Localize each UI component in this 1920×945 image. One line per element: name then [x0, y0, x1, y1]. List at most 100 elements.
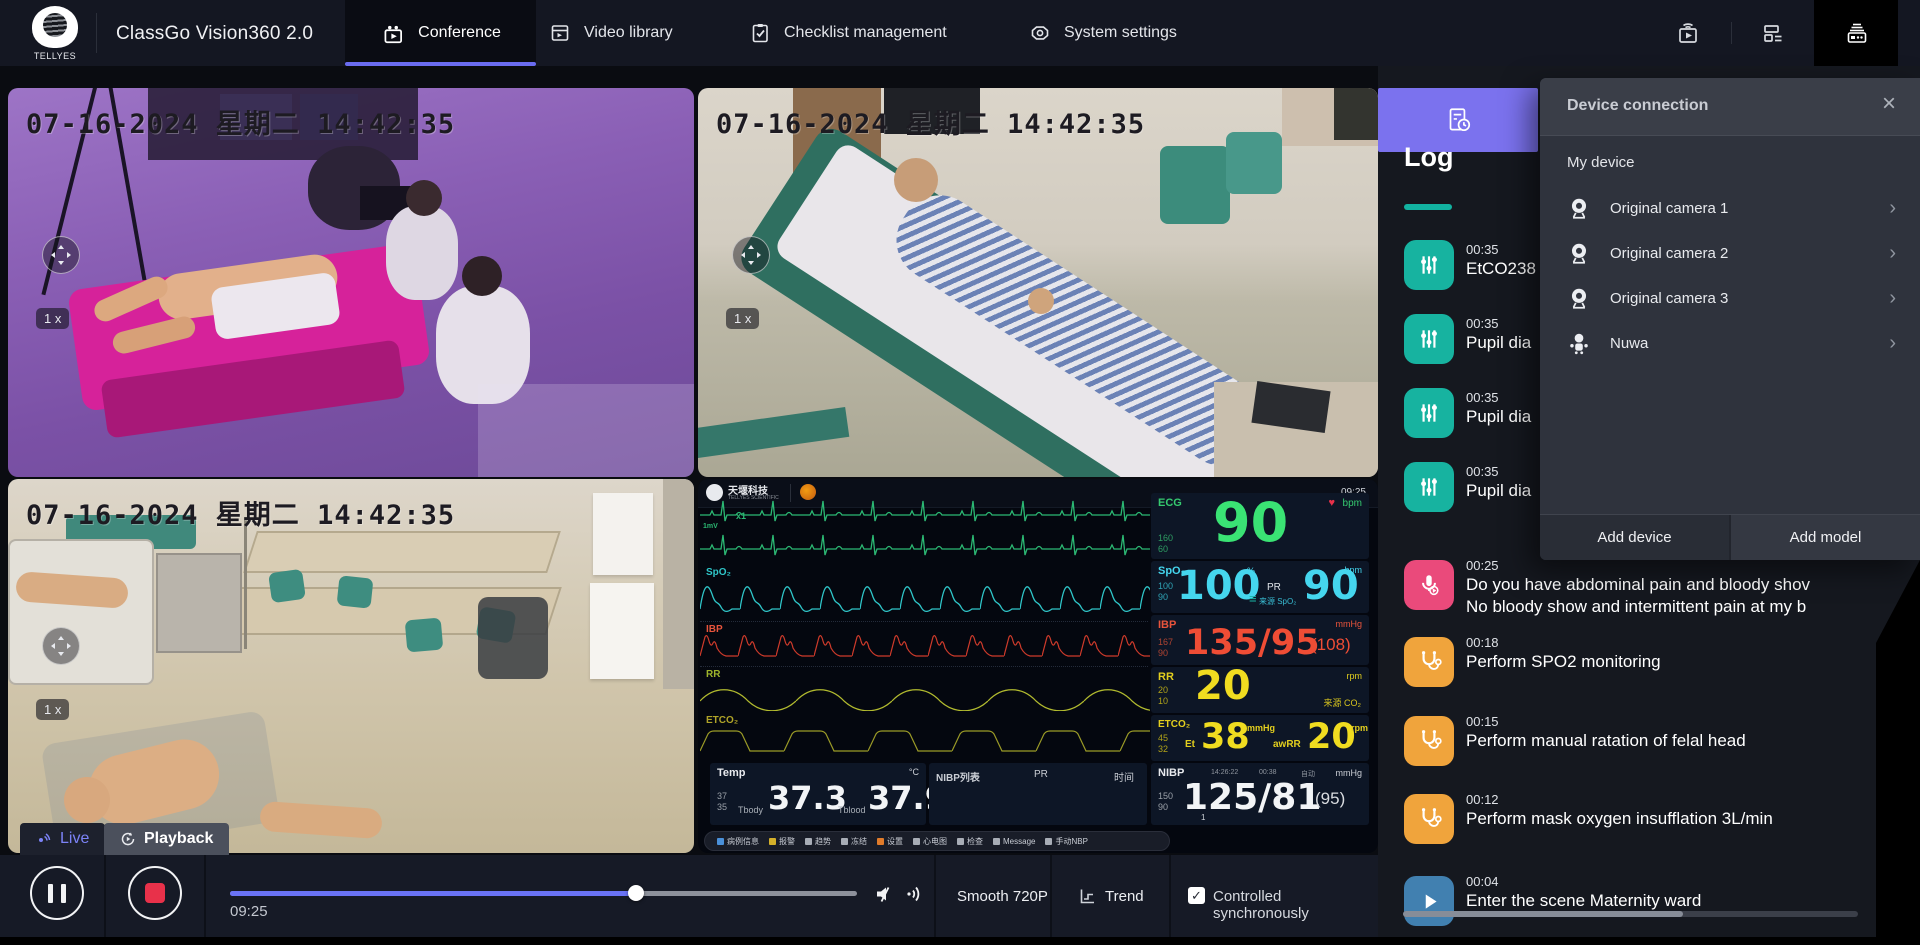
ibp-waveform [700, 629, 1150, 663]
taskbar-label: 心电图 [923, 836, 947, 847]
nibp-mean: (95) [1315, 789, 1345, 809]
device-item-original-camera-2[interactable]: Original camera 2 › [1540, 233, 1920, 273]
active-tab-underline [345, 62, 536, 66]
patient-monitor-feed[interactable]: 天堰科技 TELLYES SCIENTIFIC 09:25 x1 1mV SpO… [698, 479, 1378, 853]
device-item-original-camera-3[interactable]: Original camera 3 › [1540, 278, 1920, 318]
cam3-table [243, 531, 561, 573]
nibp-lim-lo: 90 [1158, 802, 1168, 812]
taskbar-icon [717, 838, 724, 845]
tab-live-label: Live [60, 830, 89, 848]
cam2-manikin-hand [1028, 288, 1054, 314]
ibp-lim-lo: 90 [1158, 648, 1168, 658]
taskbar-item[interactable]: 心电图 [913, 836, 947, 847]
cam3-pan-control[interactable] [42, 627, 80, 665]
taskbar-icon [1045, 838, 1052, 845]
taskbar-label: 趋势 [815, 836, 831, 847]
trend-icon[interactable] [1078, 887, 1097, 906]
close-icon[interactable]: × [1882, 92, 1896, 116]
progress-slider-thumb[interactable] [628, 885, 644, 901]
awrr-value: 20 [1307, 717, 1356, 757]
sync-checkbox[interactable]: ✓ [1188, 887, 1205, 904]
tab-conference[interactable]: Conference [345, 0, 536, 66]
cam2-green-chair [1160, 146, 1230, 224]
resp-waveform [700, 681, 1150, 711]
taskbar-item[interactable]: 设置 [877, 836, 903, 847]
log-title: Log [1404, 142, 1453, 173]
tab-playback[interactable]: Playback [104, 823, 229, 855]
volume-wave-icon[interactable] [903, 882, 927, 906]
taskbar-label: 检查 [967, 836, 983, 847]
pr-label: PR [1267, 582, 1281, 593]
conference-camera-icon [380, 20, 406, 46]
device-connection-icon[interactable] [1843, 19, 1871, 47]
sync-checkbox-label: Controlled synchronously [1213, 888, 1378, 922]
temp-lim-hi: 37 [717, 791, 727, 801]
cam3-chair2 [337, 575, 374, 608]
chevron-right-icon: › [1889, 333, 1896, 353]
check-icon: ✓ [1191, 888, 1202, 904]
log-entry-time: 00:12 [1466, 792, 1499, 807]
log-entry-time: 00:15 [1466, 714, 1499, 729]
heart-icon: ♥ [1328, 497, 1335, 509]
ibp-value: 135/95 [1185, 623, 1320, 663]
nibp-vitals-box: NIBP 14:26:22 00:38 自动 mmHg 150 90 125/8… [1151, 763, 1369, 825]
log-document-clock-icon [1443, 105, 1473, 135]
log-entry-time: 00:25 [1466, 558, 1499, 573]
monitor-taskbar[interactable]: 病例信息 报警 趋势 冻结 设置 心电图 检查 Message 手动NBP [704, 831, 1170, 851]
cam2-zoom-badge[interactable]: 1 x [726, 308, 759, 329]
tab-live[interactable]: Live [20, 823, 105, 855]
log-scrollbar-thumb[interactable] [1403, 911, 1683, 917]
nav-divider [96, 13, 97, 53]
tab-checklist-management[interactable]: Checklist management [748, 0, 988, 66]
device-item-nuwa[interactable]: Nuwa › [1540, 323, 1920, 363]
cam1-floor-light [478, 384, 694, 477]
camera-feed-2[interactable]: 07-16-2024 星期二 14:42:35 1 x [698, 88, 1378, 477]
parameter-sliders-icon [1404, 388, 1454, 438]
taskbar-item[interactable]: 检查 [957, 836, 983, 847]
co2-waveform [700, 727, 1150, 755]
etco2-lim-hi: 45 [1158, 733, 1168, 743]
camera-feed-1[interactable]: 07-16-2024 星期二 14:42:35 1 x [8, 88, 694, 477]
tab-system-settings[interactable]: System settings [1028, 0, 1223, 66]
log-entry-text: Do you have abdominal pain and bloody sh… [1466, 575, 1810, 595]
pan-arrows-icon [49, 634, 73, 658]
taskbar-item[interactable]: 冻结 [841, 836, 867, 847]
taskbar-item[interactable]: 趋势 [805, 836, 831, 847]
log-entry-text: Perform mask oxygen insufflation 3L/min [1466, 809, 1773, 829]
log-tab-button[interactable] [1378, 88, 1538, 152]
add-device-button[interactable]: Add device [1540, 515, 1729, 560]
cam1-zoom-badge[interactable]: 1 x [36, 308, 69, 329]
etco2-lim-lo: 32 [1158, 744, 1168, 754]
tab-video-library[interactable]: Video library [548, 0, 723, 66]
pause-button[interactable] [30, 866, 84, 920]
cam3-zoom-badge[interactable]: 1 x [36, 699, 69, 720]
tab-label: Checklist management [784, 24, 947, 42]
quality-selector[interactable]: Smooth 720P [957, 888, 1048, 905]
add-model-button[interactable]: Add model [1731, 515, 1920, 560]
taskbar-item[interactable]: 手动NBP [1045, 836, 1087, 847]
cam1-pan-control[interactable] [42, 236, 80, 274]
taskbar-item[interactable]: 病例信息 [717, 836, 759, 847]
progress-slider-track[interactable] [230, 891, 857, 896]
ibp-vitals-box: IBP mmHg 167 90 135/95 (108) [1151, 615, 1369, 665]
taskbar-item[interactable]: 报警 [769, 836, 795, 847]
control-divider [104, 855, 106, 937]
et-label: Et [1185, 739, 1195, 750]
taskbar-icon [805, 838, 812, 845]
awrr-label: awRR [1273, 739, 1301, 750]
log-scrollbar-track[interactable] [1403, 911, 1858, 917]
et-unit: mmHg [1247, 723, 1275, 733]
log-entry-text: Enter the scene Maternity ward [1466, 891, 1701, 911]
log-entry-text-line2: No bloody show and intermittent pain at … [1466, 597, 1806, 617]
trend-button-label[interactable]: Trend [1105, 888, 1144, 905]
mute-icon[interactable] [872, 882, 896, 906]
control-divider [1050, 855, 1052, 937]
video-library-icon [548, 21, 572, 45]
device-item-original-camera-1[interactable]: Original camera 1 › [1540, 188, 1920, 228]
taskbar-item[interactable]: Message [993, 837, 1035, 846]
layout-windows-icon[interactable] [1759, 19, 1787, 47]
stop-record-button[interactable] [128, 866, 182, 920]
screen-cast-icon[interactable] [1674, 19, 1702, 47]
camera-feed-3[interactable]: 07-16-2024 星期二 14:42:35 1 x [8, 479, 694, 853]
cam2-pan-control[interactable] [732, 236, 770, 274]
